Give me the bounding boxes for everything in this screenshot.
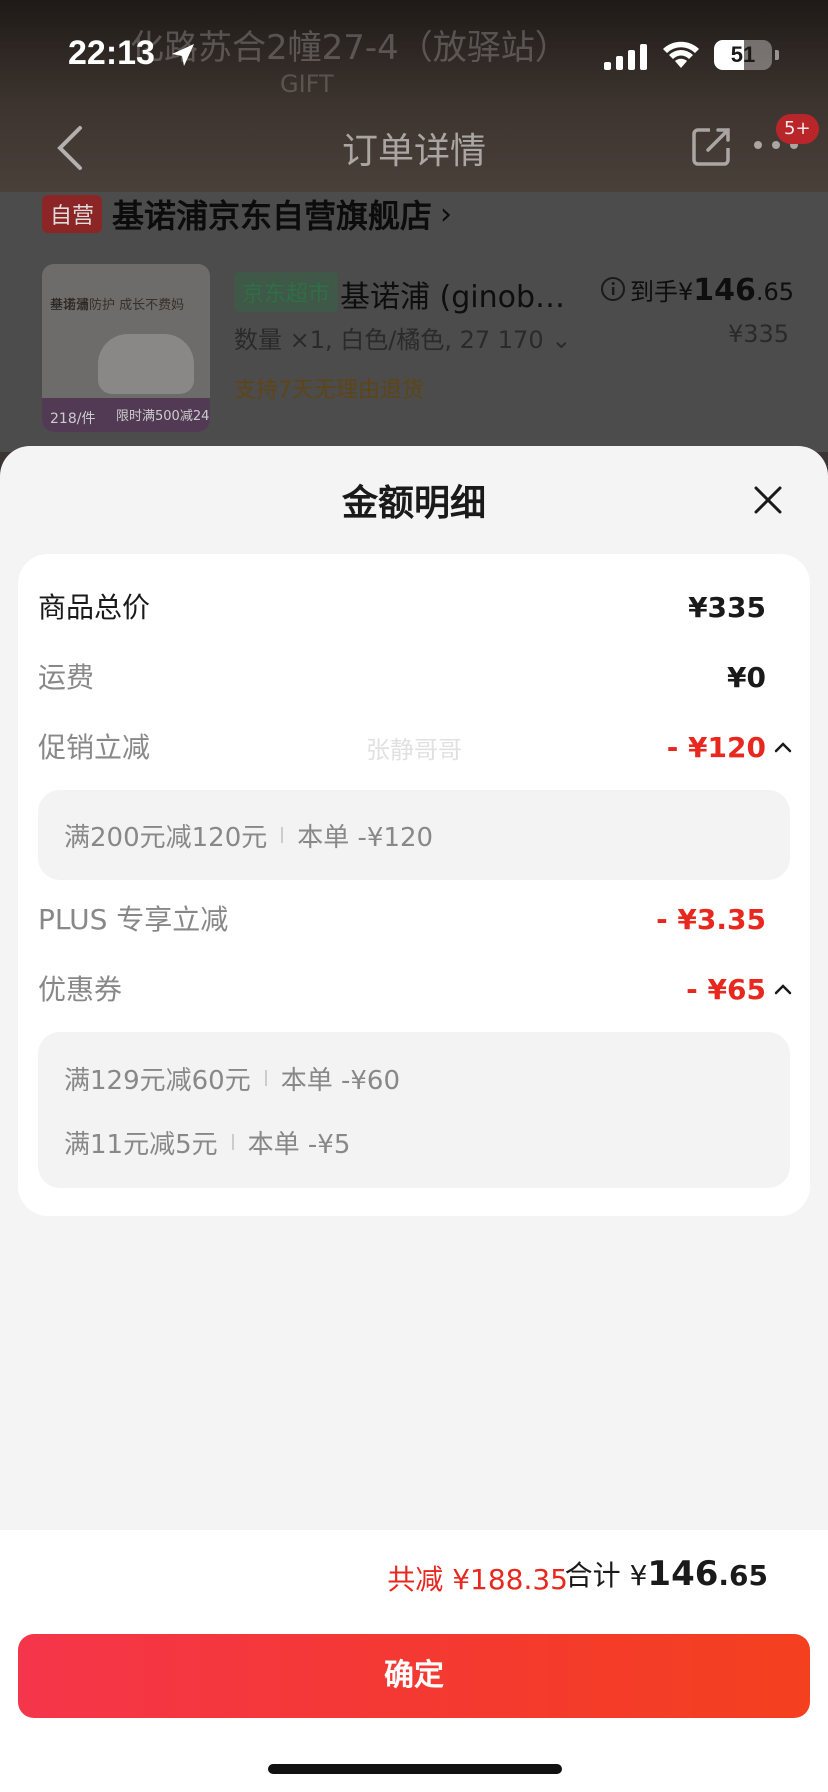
shipping-row: 运费 ¥0 (18, 656, 810, 700)
cellular-signal-icon (604, 44, 647, 70)
arrive-label: 到手 (630, 278, 678, 306)
promo-rule: 满200元减120元 (64, 822, 268, 853)
status-time: 22:13 (68, 34, 155, 72)
store-row[interactable]: 自营 基诺浦京东自营旗舰店 › (42, 192, 452, 236)
return-policy: 支持7天无理由退货 (234, 378, 424, 403)
coupon-value: - ¥65 (686, 973, 766, 1006)
arrive-dec: .65 (755, 278, 795, 306)
chevron-up-icon[interactable] (774, 982, 792, 996)
product-spec-text: 数量 ×1, 白色/橘色, 27 170 (234, 326, 544, 354)
original-price: ¥335 (728, 320, 790, 348)
share-icon[interactable] (690, 124, 734, 168)
coupon-rule: 满11元减5元 (64, 1129, 218, 1160)
battery-level: 51 (730, 42, 756, 67)
spec-chevron-icon: ⌄ (551, 326, 572, 354)
coupon-rule: 满129元减60元 (64, 1065, 251, 1096)
coupon-detail-box: 满129元减60元 本单 -¥60 满11元减5元 本单 -¥5 (38, 1032, 790, 1188)
coupon-amount: 本单 -¥60 (280, 1065, 400, 1096)
goods-total-row: 商品总价 ¥335 (18, 586, 810, 630)
coupon-detail-item: 满129元减60元 本单 -¥60 (64, 1058, 400, 1098)
total-int: 146 (647, 1554, 719, 1594)
self-operated-tag: 自营 (42, 195, 103, 233)
product-spec[interactable]: 数量 ×1, 白色/橘色, 27 170 ⌄ (234, 320, 571, 355)
total-label: 合计 (564, 1559, 621, 1592)
divider (264, 1070, 267, 1086)
amount-detail-card: 商品总价 ¥335 运费 ¥0 促销立减 - ¥120 满200元减120元 本单… (18, 554, 810, 1216)
promo-amount: 本单 -¥120 (297, 822, 434, 853)
close-icon[interactable] (752, 484, 784, 516)
coupon-amount: 本单 -¥5 (247, 1129, 351, 1160)
confirm-button[interactable]: 确定 (18, 1634, 810, 1718)
watermark: 张静哥哥 (366, 736, 462, 764)
store-name: 基诺浦京东自营旗舰店 (112, 197, 433, 235)
arrive-int: 146 (693, 273, 756, 308)
jd-supermarket-tag: 京东超市 (234, 272, 339, 312)
total-dec: .65 (718, 1559, 768, 1592)
order-product-area: 自营 基诺浦京东自营旗舰店 › 基诺浦 全场景防护 成长不费妈 218/件 限时… (0, 192, 828, 452)
info-icon[interactable] (600, 276, 626, 302)
coupon-row[interactable]: 优惠券 - ¥65 (18, 968, 810, 1012)
summary-bar: 共减 ¥188.35 合计 ¥146.65 (0, 1530, 828, 1624)
total-saved: 共减 ¥188.35 (387, 1563, 568, 1596)
total-currency: ¥ (629, 1559, 648, 1592)
product-image-promo: 限时满500减240 (116, 409, 210, 424)
shoe-graphic (98, 334, 194, 394)
plus-value: - ¥3.35 (656, 903, 766, 936)
store-chevron-icon: › (440, 196, 453, 232)
arrive-price: 到手¥146.65 (630, 272, 794, 308)
divider (281, 827, 284, 843)
page-header: 化路苏合2幢27-4（放驿站） GIFT 22:13 51 订单详情 5+ (0, 0, 828, 192)
shipping-label: 运费 (38, 661, 95, 694)
arrive-currency: ¥ (678, 278, 694, 306)
plus-label: PLUS 专享立减 (38, 903, 229, 936)
total-amount: 合计 ¥146.65 (565, 1554, 768, 1594)
location-arrow-icon (172, 44, 194, 66)
home-indicator (268, 1764, 562, 1774)
battery-tip (775, 50, 779, 60)
product-image-slogan: 全场景防护 成长不费妈 (50, 298, 185, 313)
product-image[interactable]: 基诺浦 全场景防护 成长不费妈 218/件 限时满500减240 (42, 264, 210, 432)
battery-indicator: 51 (714, 40, 772, 70)
promo-detail-item: 满200元减120元 本单 -¥120 (64, 815, 433, 855)
divider (231, 1134, 234, 1150)
goods-total-value: ¥335 (688, 591, 766, 624)
message-badge: 5+ (776, 114, 819, 144)
product-title[interactable]: 基诺浦 (ginob… (340, 272, 565, 316)
status-bar: 22:13 51 (0, 0, 828, 108)
promo-detail-box: 满200元减120元 本单 -¥120 (38, 790, 790, 880)
shipping-value: ¥0 (727, 661, 766, 694)
product-image-price: 218/件 (50, 411, 96, 427)
coupon-detail-item: 满11元减5元 本单 -¥5 (64, 1122, 350, 1162)
coupon-label: 优惠券 (38, 973, 123, 1006)
sheet-title: 金额明细 (341, 483, 486, 524)
plus-row: PLUS 专享立减 - ¥3.35 (18, 898, 810, 942)
wifi-icon (663, 41, 699, 68)
goods-total-label: 商品总价 (38, 591, 151, 624)
